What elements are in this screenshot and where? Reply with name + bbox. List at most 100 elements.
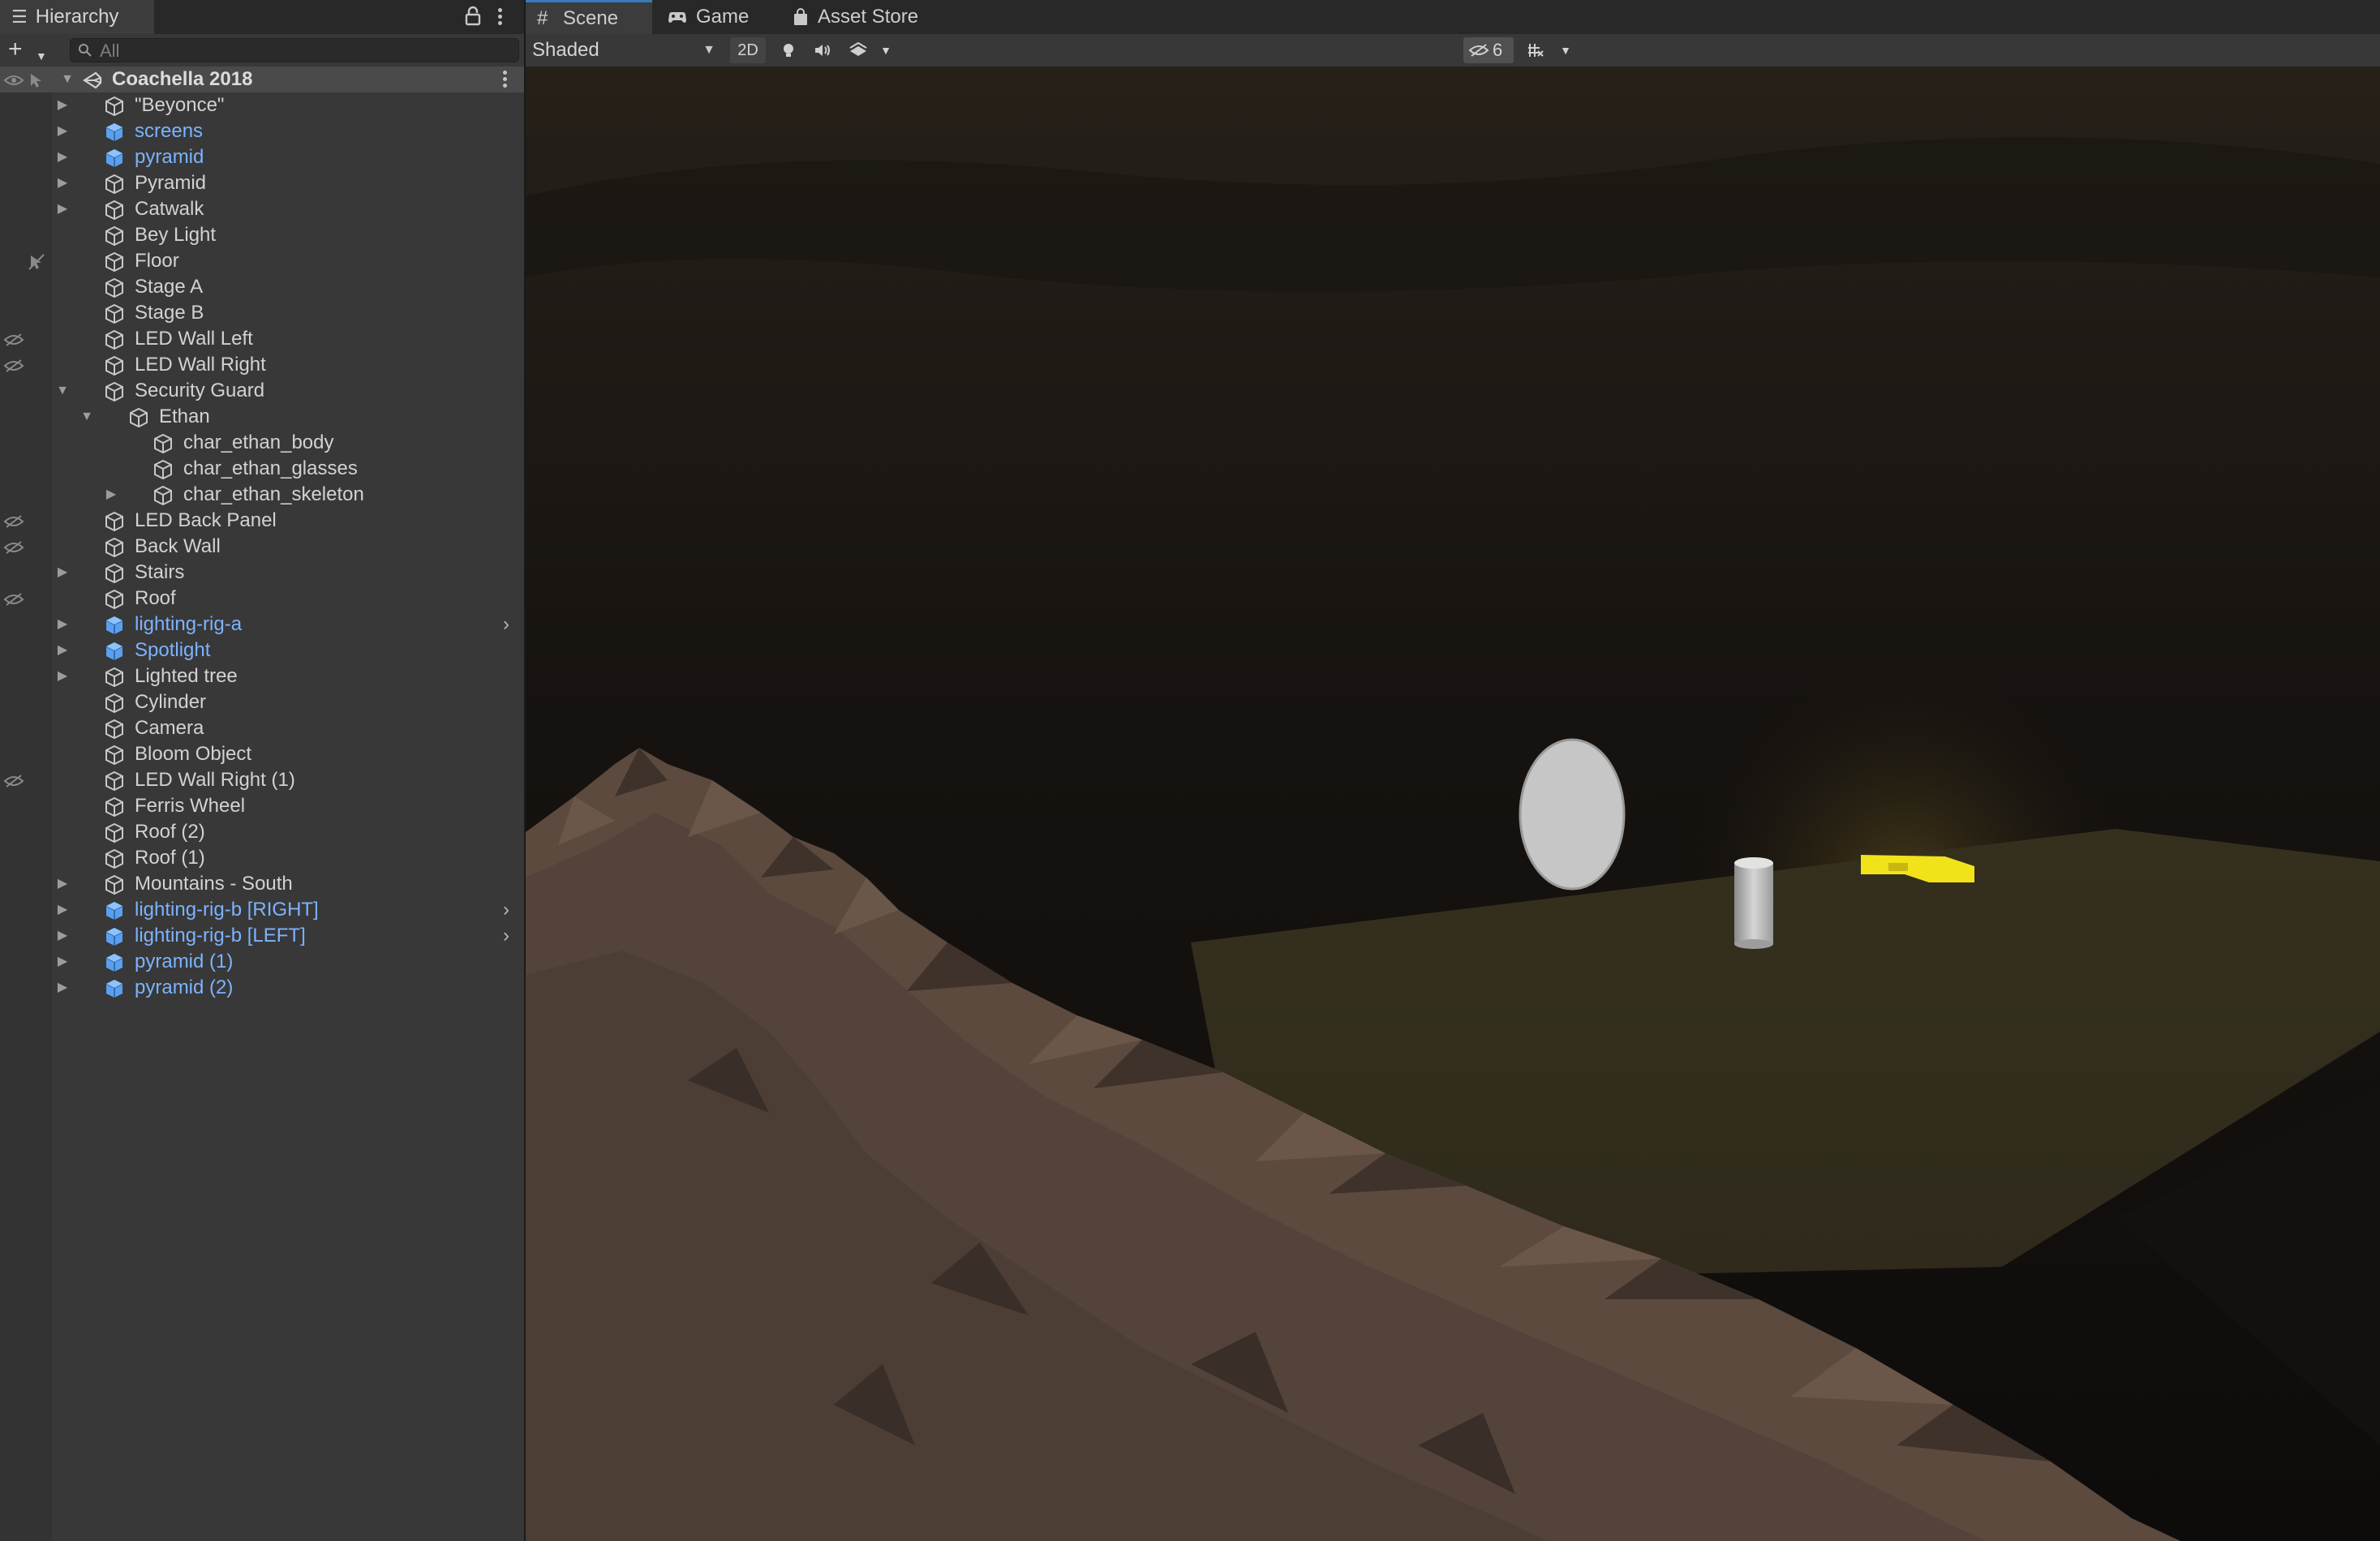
eye-slash-icon[interactable] <box>3 515 24 528</box>
chevron-right-icon[interactable]: › <box>503 897 509 923</box>
scene-tab-bar: # Scene Game Asset Store <box>526 0 2380 35</box>
hierarchy-row[interactable]: Floor <box>0 248 524 274</box>
collapse-arrow-icon[interactable]: ▶ <box>54 637 71 663</box>
scene-viewport[interactable] <box>526 67 2380 1541</box>
hierarchy-row[interactable]: ▶ lighting-rig-b [LEFT] › <box>0 923 524 949</box>
collapse-arrow-icon[interactable]: ▶ <box>54 897 71 923</box>
collapse-arrow-icon[interactable]: ▶ <box>54 949 71 975</box>
chevron-right-icon[interactable]: › <box>503 923 509 949</box>
eye-slash-icon[interactable] <box>3 333 24 346</box>
hierarchy-row-label: Cylinder <box>135 691 207 713</box>
hierarchy-row[interactable]: ▶ lighting-rig-a › <box>0 612 524 637</box>
hierarchy-row[interactable]: ▶ pyramid (2) <box>0 975 524 1001</box>
eye-slash-icon <box>1468 44 1489 57</box>
hierarchy-row[interactable]: char_ethan_glasses <box>0 456 524 482</box>
hierarchy-row[interactable]: LED Wall Left <box>0 326 524 352</box>
hierarchy-row[interactable]: ▼ Ethan <box>0 404 524 430</box>
hierarchy-row[interactable]: ▶ screens <box>0 118 524 144</box>
hierarchy-row[interactable]: ▶ pyramid <box>0 144 524 170</box>
hierarchy-row[interactable]: Back Wall <box>0 534 524 560</box>
hierarchy-row[interactable]: Ferris Wheel <box>0 793 524 819</box>
hierarchy-row-label: LED Back Panel <box>135 509 277 531</box>
hierarchy-row[interactable]: ▶ Stairs <box>0 560 524 586</box>
hierarchy-tree: ▼ Coachella 2018 ▶ "Beyonce" ▶ screens ▶ pyra… <box>0 67 524 1001</box>
hierarchy-tab[interactable]: ☰ Hierarchy <box>0 0 154 34</box>
collapse-arrow-icon[interactable]: ▶ <box>54 871 71 897</box>
search-input[interactable] <box>98 41 507 62</box>
hierarchy-row[interactable]: LED Back Panel <box>0 508 524 534</box>
pointer-disabled-icon[interactable] <box>28 253 45 271</box>
hierarchy-panel: ☰ Hierarchy +▼ ▼ <box>0 0 526 1541</box>
hierarchy-row[interactable]: LED Wall Right <box>0 352 524 378</box>
collapse-arrow-icon[interactable]: ▶ <box>54 975 71 1001</box>
gizmos-dropdown-button[interactable]: ▼ <box>1556 37 1575 63</box>
hierarchy-row[interactable]: Bloom Object <box>0 741 524 767</box>
collapse-arrow-icon[interactable]: ▶ <box>54 196 71 222</box>
hierarchy-row-label: Ferris Wheel <box>135 795 246 817</box>
collapse-arrow-icon[interactable]: ▶ <box>54 92 71 118</box>
collapse-arrow-icon[interactable]: ▶ <box>102 482 120 508</box>
eye-slash-icon[interactable] <box>3 359 24 372</box>
effects-toggle-button[interactable] <box>842 37 874 63</box>
hierarchy-row[interactable]: Stage B <box>0 300 524 326</box>
hierarchy-row[interactable]: char_ethan_body <box>0 430 524 456</box>
shading-mode-dropdown[interactable]: Shaded ▼ <box>532 37 722 63</box>
hierarchy-row-label: "Beyonce" <box>135 94 225 116</box>
audio-toggle-button[interactable] <box>806 37 839 63</box>
hierarchy-row[interactable]: Cylinder <box>0 689 524 715</box>
collapse-arrow-icon[interactable]: ▶ <box>54 923 71 949</box>
collapse-arrow-icon[interactable]: ▶ <box>54 612 71 637</box>
hierarchy-row[interactable]: ▶ lighting-rig-b [RIGHT] › <box>0 897 524 923</box>
toggle-2d-button[interactable]: 2D <box>730 37 766 63</box>
hierarchy-row[interactable]: ▶ pyramid (1) <box>0 949 524 975</box>
collapse-arrow-icon[interactable]: ▶ <box>54 118 71 144</box>
tab-scene[interactable]: # Scene <box>526 0 652 34</box>
hierarchy-row-label: Roof <box>135 587 176 609</box>
eye-slash-icon[interactable] <box>3 541 24 554</box>
gameobject-cube-icon <box>105 225 123 247</box>
chevron-down-icon: ▼ <box>702 43 715 57</box>
eye-slash-icon[interactable] <box>3 593 24 606</box>
hierarchy-row[interactable]: Stage A <box>0 274 524 300</box>
collapse-arrow-icon[interactable]: ▶ <box>54 663 71 689</box>
hierarchy-row[interactable]: Roof (2) <box>0 819 524 845</box>
hierarchy-row[interactable]: Roof <box>0 586 524 612</box>
scene-visibility-button[interactable]: 6 <box>1463 37 1514 63</box>
hierarchy-row-label: char_ethan_glasses <box>183 457 358 479</box>
hierarchy-row[interactable]: ▶ Mountains - South <box>0 871 524 897</box>
collapse-arrow-icon[interactable]: ▶ <box>54 560 71 586</box>
hierarchy-row[interactable]: LED Wall Right (1) <box>0 767 524 793</box>
chevron-right-icon[interactable]: › <box>503 612 509 637</box>
effects-dropdown-button[interactable]: ▼ <box>876 37 896 63</box>
hierarchy-row[interactable]: ▶ Spotlight <box>0 637 524 663</box>
expand-arrow-icon[interactable]: ▼ <box>58 67 76 92</box>
hierarchy-row[interactable]: ▶ Lighted tree <box>0 663 524 689</box>
hierarchy-row-label: Stage A <box>135 276 204 298</box>
lighting-toggle-button[interactable] <box>772 37 805 63</box>
create-add-button[interactable]: + ▼ <box>8 37 54 63</box>
pointer-icon[interactable] <box>28 71 45 89</box>
collapse-arrow-icon[interactable]: ▶ <box>54 170 71 196</box>
collapse-arrow-icon[interactable]: ▶ <box>54 144 71 170</box>
hierarchy-row[interactable]: ▶ char_ethan_skeleton <box>0 482 524 508</box>
hierarchy-row[interactable]: ▶ Pyramid <box>0 170 524 196</box>
tab-game[interactable]: Game <box>655 0 777 34</box>
scene-root-row[interactable]: ▼ Coachella 2018 <box>0 67 524 92</box>
hierarchy-search[interactable] <box>70 38 519 62</box>
hierarchy-row[interactable]: Camera <box>0 715 524 741</box>
hierarchy-row[interactable]: Roof (1) <box>0 845 524 871</box>
gizmos-toggle-button[interactable] <box>1520 37 1553 63</box>
tab-asset-store[interactable]: Asset Store <box>780 0 943 34</box>
eye-icon[interactable] <box>3 74 24 87</box>
expand-arrow-icon[interactable]: ▼ <box>54 378 71 404</box>
scene-panel: # Scene Game Asset Store Shaded ▼ 2D ▼ 6… <box>526 0 2380 1541</box>
expand-arrow-icon[interactable]: ▼ <box>78 404 96 430</box>
hierarchy-row[interactable]: ▶ Catwalk <box>0 196 524 222</box>
scene-menu-icon[interactable] <box>501 70 508 89</box>
eye-slash-icon[interactable] <box>3 775 24 788</box>
hierarchy-row[interactable]: ▶ "Beyonce" <box>0 92 524 118</box>
hierarchy-row[interactable]: ▼ Security Guard <box>0 378 524 404</box>
hierarchy-row[interactable]: Bey Light <box>0 222 524 248</box>
lock-icon[interactable] <box>464 6 482 27</box>
hierarchy-menu-icon[interactable] <box>496 6 503 28</box>
